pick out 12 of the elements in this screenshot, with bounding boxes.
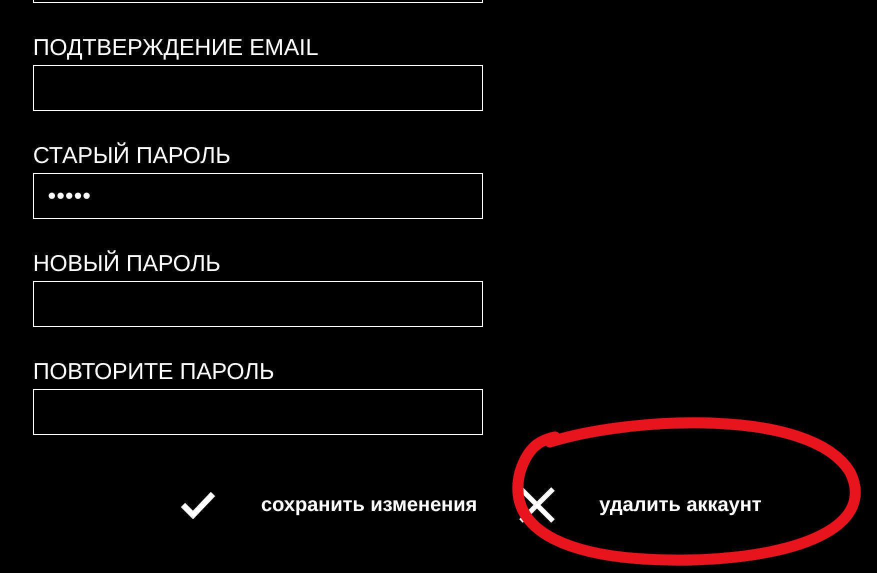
field-label: ПОДТВЕРЖДЕНИЕ EMAIL [33, 33, 320, 62]
delete-button[interactable]: удалить аккаунт [517, 485, 762, 525]
close-icon [517, 485, 558, 525]
checkmark-icon [180, 491, 216, 519]
input-field[interactable] [33, 65, 483, 111]
field-label: ПОВТОРИТЕ ПАРОЛЬ [33, 357, 276, 386]
save-button[interactable]: сохранить изменения [180, 485, 478, 525]
input-field[interactable]: ••••• [33, 173, 483, 219]
field-label: НОВЫЙ ПАРОЛЬ [33, 249, 222, 278]
input-field[interactable] [33, 281, 483, 327]
input-field[interactable] [33, 389, 483, 435]
field-label: СТАРЫЙ ПАРОЛЬ [33, 141, 232, 170]
